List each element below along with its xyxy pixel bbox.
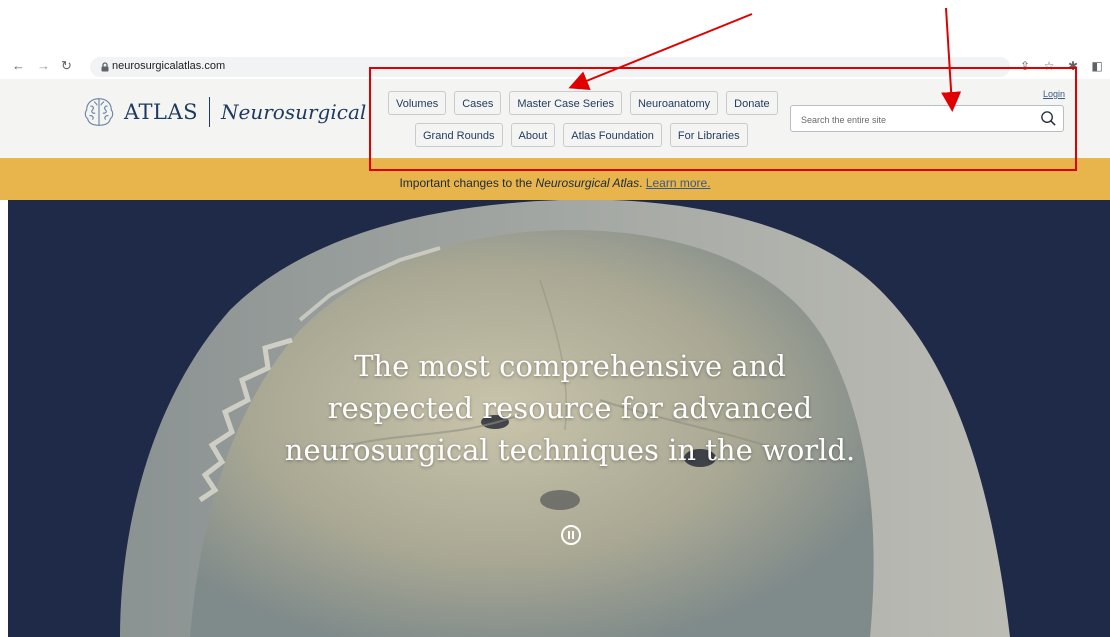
logo-atlas-text: ATLAS <box>124 100 199 124</box>
side-panel-icon[interactable]: ◧ <box>1090 59 1104 73</box>
back-arrow-icon[interactable]: ← <box>12 58 25 73</box>
hero-line-2: respected resource for advanced <box>327 391 813 425</box>
site-header: ATLAS Neurosurgical Volumes Cases Master… <box>0 79 1110 158</box>
extensions-icon[interactable]: ✱ <box>1066 59 1080 73</box>
site-search[interactable] <box>790 105 1064 132</box>
main-nav-row-2: Grand Rounds About Atlas Foundation For … <box>415 123 748 147</box>
pause-icon[interactable] <box>561 525 581 545</box>
announcement-italic: Neurosurgical Atlas <box>535 176 640 190</box>
main-nav-row-1: Volumes Cases Master Case Series Neuroan… <box>388 91 778 115</box>
hero-line-1: The most comprehensive and <box>354 349 786 383</box>
address-bar[interactable]: neurosurgicalatlas.com <box>90 57 1010 77</box>
hero-section: The most comprehensive and respected res… <box>0 200 1110 637</box>
share-icon[interactable]: ⇪ <box>1018 59 1032 73</box>
brain-logo-icon <box>84 98 114 126</box>
forward-arrow-icon[interactable]: → <box>37 58 50 73</box>
site-logo[interactable]: ATLAS Neurosurgical <box>80 93 366 131</box>
logo-neurosurgical-text: Neurosurgical <box>221 100 367 124</box>
nav-neuroanatomy[interactable]: Neuroanatomy <box>629 91 719 115</box>
nav-about[interactable]: About <box>510 123 556 147</box>
browser-toolbar: ← → ↻ neurosurgicalatlas.com ⇪ ☆ ✱ ◧ <box>0 55 1110 79</box>
announcement-prefix: Important changes to the <box>399 176 536 190</box>
reload-icon[interactable]: ↻ <box>61 58 72 74</box>
nav-donate[interactable]: Donate <box>726 91 778 115</box>
login-link[interactable]: Login <box>1043 89 1065 99</box>
search-icon[interactable] <box>1040 110 1057 127</box>
search-input[interactable] <box>799 111 1033 129</box>
lock-icon <box>101 62 109 72</box>
url-text: neurosurgicalatlas.com <box>112 60 226 72</box>
logo-divider <box>209 97 211 127</box>
nav-for-libraries[interactable]: For Libraries <box>669 123 748 147</box>
nav-master-case-series[interactable]: Master Case Series <box>509 91 622 115</box>
learn-more-link[interactable]: Learn more. <box>646 176 711 190</box>
hero-heading: The most comprehensive and respected res… <box>220 345 920 471</box>
announcement-banner: Important changes to the Neurosurgical A… <box>0 158 1110 200</box>
hero-line-3: neurosurgical techniques in the world. <box>284 433 856 467</box>
nav-cases[interactable]: Cases <box>454 91 502 115</box>
nav-grand-rounds[interactable]: Grand Rounds <box>415 123 503 147</box>
star-icon[interactable]: ☆ <box>1042 59 1056 73</box>
nav-volumes[interactable]: Volumes <box>388 91 447 115</box>
hero-left-edge <box>0 200 8 637</box>
announcement-suffix: . <box>639 176 646 190</box>
nav-atlas-foundation[interactable]: Atlas Foundation <box>563 123 662 147</box>
